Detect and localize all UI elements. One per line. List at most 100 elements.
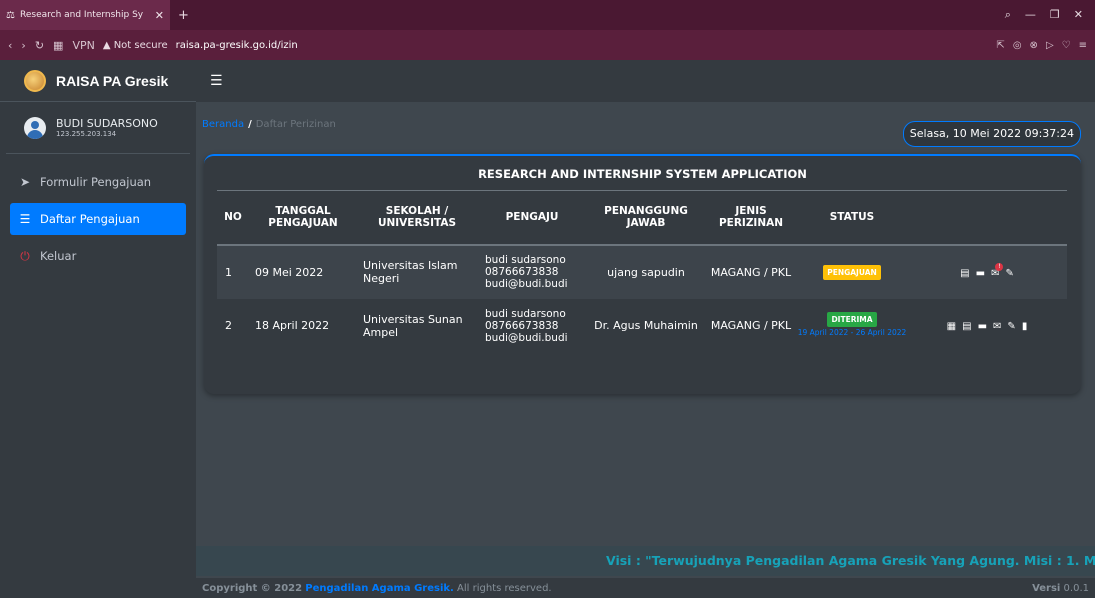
permit-table: NO TANGGAL PENGAJUAN SEKOLAH / UNIVERSIT…	[217, 190, 1067, 353]
folder-icon[interactable]: ▬	[978, 321, 987, 332]
cell-school: Universitas Sunan Ampel	[357, 298, 477, 353]
version-label: Versi	[1032, 582, 1061, 594]
card-title: RESEARCH AND INTERNSHIP SYSTEM APPLICATI…	[478, 167, 807, 181]
address-actions: ⇱ ◎ ⊗ ▷ ♡ ≡	[996, 40, 1087, 51]
adblock-icon[interactable]: ⊗	[1030, 40, 1038, 51]
user-ip: 123.255.203.134	[56, 130, 117, 138]
table-row: 2 18 April 2022 Universitas Sunan Ampel …	[217, 298, 1067, 353]
close-tab-icon[interactable]: ✕	[155, 9, 164, 22]
url-field[interactable]: raisa.pa-gresik.go.id/izin	[176, 40, 298, 51]
snapshot-icon[interactable]: ◎	[1013, 40, 1022, 51]
announcement-marquee: Visi : "Terwujudnya Pengadilan Agama Gre…	[196, 546, 1095, 576]
breadcrumb-current: Daftar Perizinan	[255, 119, 336, 130]
back-icon[interactable]: ‹	[8, 39, 12, 52]
col-pengaju: PENGAJU	[477, 190, 587, 246]
edit-icon[interactable]: ✎	[1007, 321, 1015, 332]
breadcrumb-home-link[interactable]: Beranda	[202, 119, 244, 130]
brand-logo-icon	[24, 69, 46, 92]
brand[interactable]: RAISA PA Gresik	[0, 60, 196, 102]
sidebar-item-keluar[interactable]: ⏻ Keluar	[10, 240, 186, 272]
menu-icon[interactable]: ≡	[1079, 40, 1087, 51]
breadcrumb-separator: /	[248, 119, 252, 130]
site-favicon-icon: ⚖	[6, 9, 15, 21]
col-tanggal: TANGGAL PENGAJUAN	[249, 190, 357, 246]
sidebar-item-daftar-pengajuan[interactable]: ☰ Daftar Pengajuan	[10, 203, 186, 235]
speed-dial-icon[interactable]: ▦	[53, 39, 63, 52]
nav-buttons: ‹ › ↻ ▦ VPN	[8, 39, 95, 52]
sidebar-menu: ➤ Formulir Pengajuan ☰ Daftar Pengajuan …	[0, 154, 196, 272]
search-icon[interactable]: ⌕	[1005, 8, 1011, 22]
cell-penanggung-jawab: Dr. Agus Muhaimin	[587, 298, 705, 353]
col-sekolah: SEKOLAH / UNIVERSITAS	[357, 190, 477, 246]
status-date-range: 19 April 2022 - 26 April 2022	[797, 328, 907, 337]
permit-list-card: RESEARCH AND INTERNSHIP SYSTEM APPLICATI…	[204, 154, 1081, 394]
calendar-icon[interactable]: ▦	[947, 321, 956, 332]
flow-icon[interactable]: ▷	[1046, 40, 1054, 51]
footer-copyright: Copyright © 2022	[202, 582, 303, 594]
sidebar-item-formulir-pengajuan[interactable]: ➤ Formulir Pengajuan	[10, 166, 186, 198]
browser-chrome: ⚖ Research and Internship Sy ✕ + ⌕ — ❐ ✕…	[0, 0, 1095, 60]
col-actions	[907, 190, 1067, 246]
main-content: ☰ Beranda / Daftar Perizinan Selasa, 10 Me…	[196, 60, 1095, 598]
pengaju-email: budi@budi.budi	[485, 331, 568, 344]
col-penanggung-jawab: PENANGGUNG JAWAB	[587, 190, 705, 246]
footer-rights: All rights reserved.	[457, 582, 552, 594]
content-header: Beranda / Daftar Perizinan Selasa, 10 Mei …	[196, 102, 1095, 152]
pengaju-name: budi sudarsono	[485, 254, 566, 266]
cell-school: Universitas Islam Negeri	[357, 244, 477, 299]
pengaju-phone: 08766673838	[485, 319, 559, 332]
cell-pengaju: budi sudarsono 08766673838 budi@budi.bud…	[477, 298, 587, 353]
marquee-text: Visi : "Terwujudnya Pengadilan Agama Gre…	[606, 553, 1095, 568]
cell-penanggung-jawab: ujang sapudin	[587, 244, 705, 299]
cell-no: 1	[217, 244, 249, 299]
cell-status: PENGAJUAN	[797, 244, 907, 299]
minimize-icon[interactable]: —	[1025, 8, 1036, 22]
list-icon: ☰	[19, 212, 31, 226]
browser-tab[interactable]: ⚖ Research and Internship Sy ✕	[0, 0, 170, 30]
footer-org-link[interactable]: Pengadilan Agama Gresik.	[305, 583, 454, 594]
cell-date: 09 Mei 2022	[249, 244, 357, 299]
status-badge: DITERIMA	[827, 312, 877, 327]
user-panel[interactable]: BUDI SUDARSONO 123.255.203.134	[6, 102, 190, 154]
heart-icon[interactable]: ♡	[1062, 40, 1071, 51]
paper-plane-icon: ➤	[19, 175, 31, 189]
cell-status: DITERIMA 19 April 2022 - 26 April 2022	[797, 298, 907, 353]
share-icon[interactable]: ⇱	[996, 40, 1004, 51]
address-bar: ‹ › ↻ ▦ VPN ▲ Not secure raisa.pa-gresik…	[0, 30, 1095, 60]
col-status: STATUS	[797, 190, 907, 246]
pengaju-phone: 08766673838	[485, 266, 559, 278]
close-window-icon[interactable]: ✕	[1074, 8, 1083, 22]
version-number: 0.0.1	[1063, 582, 1089, 594]
footer: Copyright © 2022 Pengadilan Agama Gresik…	[196, 578, 1095, 598]
not-secure-label[interactable]: ▲ Not secure	[103, 40, 168, 51]
pdf-icon[interactable]: ▤	[962, 321, 971, 332]
new-tab-button[interactable]: +	[178, 8, 189, 23]
pdf-icon[interactable]: ▤	[960, 268, 969, 279]
folder-icon[interactable]: ▬	[976, 268, 985, 279]
datetime-badge: Selasa, 10 Mei 2022 09:37:24	[902, 121, 1081, 147]
col-no: NO	[217, 190, 249, 246]
cell-actions: ▦ ▤ ▬ ✉ ✎ ▮	[907, 298, 1067, 353]
tab-title: Research and Internship Sy	[20, 10, 144, 20]
power-icon: ⏻	[20, 248, 30, 263]
sidebar-item-label: Keluar	[40, 249, 77, 263]
hamburger-menu-icon[interactable]: ☰	[210, 73, 223, 89]
sidebar-item-label: Formulir Pengajuan	[40, 175, 152, 189]
reload-icon[interactable]: ↻	[35, 39, 44, 52]
mail-icon[interactable]: ✉!	[991, 262, 1004, 279]
table-row: 1 09 Mei 2022 Universitas Islam Negeri b…	[217, 244, 1067, 299]
cell-pengaju: budi sudarsono 08766673838 budi@budi.bud…	[477, 244, 587, 299]
table-header-row: NO TANGGAL PENGAJUAN SEKOLAH / UNIVERSIT…	[217, 190, 1067, 246]
mail-icon[interactable]: ✉	[993, 321, 1001, 332]
cell-actions: ▤ ▬ ✉! ✎	[907, 244, 1067, 299]
restore-icon[interactable]: ❐	[1050, 8, 1060, 22]
vpn-icon[interactable]: VPN	[72, 39, 94, 52]
user-name: BUDI SUDARSONO	[56, 117, 158, 130]
forward-icon[interactable]: ›	[21, 39, 25, 52]
pengaju-name: budi sudarsono	[485, 307, 566, 320]
sidebar-item-label: Daftar Pengajuan	[40, 212, 140, 226]
bookmark-icon[interactable]: ▮	[1022, 321, 1028, 332]
top-navbar: ☰	[196, 60, 1095, 102]
col-jenis: JENIS PERIZINAN	[705, 190, 797, 246]
edit-icon[interactable]: ✎	[1005, 268, 1013, 279]
